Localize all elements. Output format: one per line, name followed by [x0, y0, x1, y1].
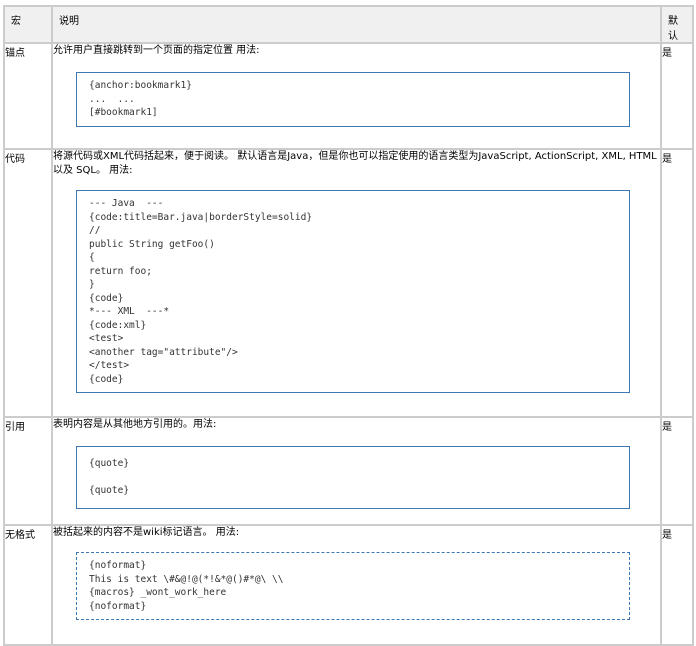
- table-row: 引用 表明内容是从其他地方引用的。用法: {quote} {quote} 是: [3, 416, 694, 526]
- code-block: --- Java --- {code:title=Bar.java|border…: [76, 190, 630, 393]
- code-line: </test>: [89, 360, 130, 371]
- code-line: return foo;: [89, 265, 152, 277]
- code-line: {code}: [89, 373, 124, 385]
- code-block: {quote} {quote}: [76, 446, 630, 509]
- default-value: 是: [660, 148, 694, 418]
- table-row: 锚点 允许用户直接跳转到一个页面的指定位置 用法: {anchor:bookma…: [3, 42, 694, 150]
- table-row: 代码 将源代码或XML代码括起来，便于阅读。 默认语言是Java，但是你也可以指…: [3, 148, 694, 418]
- code-line: }: [89, 279, 95, 290]
- code-line: {quote}: [89, 485, 130, 496]
- header-row: 宏 说明 默认: [3, 5, 694, 44]
- macro-description-cell: 将源代码或XML代码括起来，便于阅读。 默认语言是Java，但是你也可以指定使用…: [51, 148, 662, 418]
- code-line: {code:xml}: [89, 319, 147, 331]
- code-line: {code}: [89, 292, 124, 304]
- noformat-block: {noformat} This is text \#&@!@(*!&*@()#*…: [76, 552, 630, 620]
- code-line: This is text \#&@!@(*!&*@()#*@\ \\: [89, 573, 284, 585]
- default-value: 是: [660, 524, 694, 646]
- macro-description-cell: 被括起来的内容不是wiki标记语言。 用法: {noformat} This i…: [51, 524, 662, 646]
- code-line: //: [89, 225, 101, 236]
- code-line: {macros} _wont_work_here: [89, 587, 227, 598]
- table-row: 无格式 被括起来的内容不是wiki标记语言。 用法: {noformat} Th…: [3, 524, 694, 646]
- code-line: {code:title=Bar.java|borderStyle=solid}: [89, 211, 313, 223]
- code-line: {quote}: [89, 458, 130, 469]
- macro-description: 被括起来的内容不是wiki标记语言。 用法:: [53, 527, 240, 538]
- macro-description-cell: 表明内容是从其他地方引用的。用法: {quote} {quote}: [51, 416, 662, 526]
- macro-name: 引用: [3, 416, 53, 526]
- code-line: {: [89, 252, 95, 263]
- macro-name: 代码: [3, 148, 53, 418]
- code-line: *--- XML ---*: [89, 306, 170, 317]
- code-line: {noformat}: [89, 600, 147, 612]
- header-description: 说明: [51, 5, 662, 44]
- code-block: {anchor:bookmark1} ... ... [#bookmark1]: [76, 72, 630, 127]
- macro-name: 锚点: [3, 42, 53, 150]
- code-line: ... ...: [89, 93, 135, 105]
- macro-description-cell: 允许用户直接跳转到一个页面的指定位置 用法: {anchor:bookmark1…: [51, 42, 662, 150]
- code-line: public String getFoo(): [89, 238, 215, 250]
- header-macro: 宏: [3, 5, 53, 44]
- macro-name: 无格式: [3, 524, 53, 646]
- code-line: <another tag="attribute"/>: [89, 346, 238, 358]
- code-line: [#bookmark1]: [89, 107, 158, 118]
- macro-description: 允许用户直接跳转到一个页面的指定位置 用法:: [53, 45, 260, 56]
- default-value: 是: [660, 416, 694, 526]
- macro-table: 宏 说明 默认 锚点 允许用户直接跳转到一个页面的指定位置 用法: {ancho…: [3, 5, 694, 646]
- default-value: 是: [660, 42, 694, 150]
- macro-description: 将源代码或XML代码括起来，便于阅读。 默认语言是Java，但是你也可以指定使用…: [53, 151, 660, 176]
- code-line: {anchor:bookmark1}: [89, 80, 192, 91]
- code-line: --- Java ---: [89, 198, 164, 209]
- code-line: <test>: [89, 333, 124, 344]
- header-default: 默认: [660, 5, 694, 44]
- macro-description: 表明内容是从其他地方引用的。用法:: [53, 419, 217, 430]
- code-line: {noformat}: [89, 560, 147, 571]
